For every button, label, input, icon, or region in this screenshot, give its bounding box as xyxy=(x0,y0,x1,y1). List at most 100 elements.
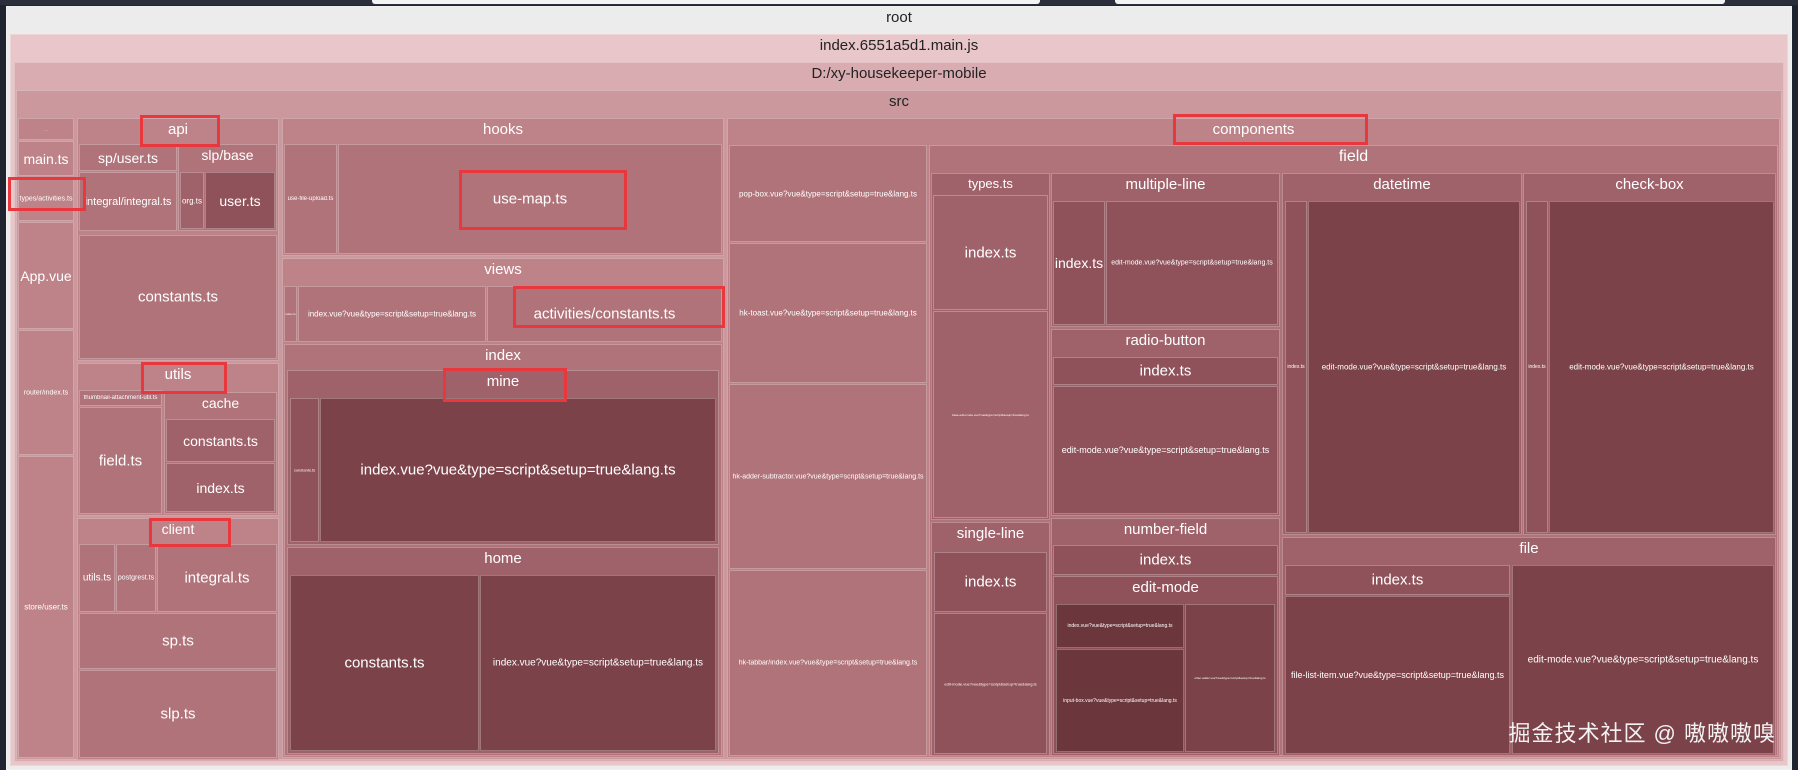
field-label: field xyxy=(1338,148,1369,165)
single-line-index-node[interactable]: index.ts xyxy=(934,552,1047,612)
hk-adder-node[interactable]: hk-adder-subtractor.vue?vue&type=script&… xyxy=(729,384,927,569)
client-slp-node[interactable]: slp.ts xyxy=(79,670,277,758)
field-types-index-node[interactable]: index.ts xyxy=(933,195,1048,310)
hooks-file-upload-node[interactable]: use-file-upload.ts xyxy=(284,144,337,254)
check-box-edit-node[interactable]: edit-mode.vue?vue&type=script&setup=true… xyxy=(1549,201,1774,533)
utils-thumbnail-label: thumbnail-attachment-util.ts xyxy=(83,395,158,401)
api-sp-user-node[interactable]: sp/user.ts xyxy=(79,144,177,171)
hk-toast-label: hk-toast.vue?vue&type=script&setup=true&… xyxy=(739,308,917,318)
client-integral-label: integral.ts xyxy=(184,569,250,587)
mine-constants-node[interactable]: constants.ts xyxy=(290,398,319,542)
mine-index-vue-node[interactable]: index.vue?vue&type=script&setup=true&lan… xyxy=(320,398,716,542)
pop-box-node[interactable]: pop-box.vue?vue&type=script&setup=true&l… xyxy=(729,145,927,242)
app-vue-node[interactable]: App.vue xyxy=(18,222,74,329)
edit-mode-index-node[interactable]: index.vue?vue&type=script&setup=true&lan… xyxy=(1056,604,1184,648)
bundle-label: index.6551a5d1.main.js xyxy=(819,37,979,54)
radio-button-index-node[interactable]: index.ts xyxy=(1053,357,1278,385)
edit-mode-other-node[interactable]: other-adder.vue?vue&type=script&setup=tr… xyxy=(1185,604,1275,752)
field-types-base-label: base-edit-mode.vue?vue&type=script&setup… xyxy=(952,412,1029,417)
mine-label: mine xyxy=(486,373,520,390)
api-integral-label: integral/integral.ts xyxy=(84,195,172,208)
multiple-line-index-label: index.ts xyxy=(1054,255,1104,271)
datetime-edit-node[interactable]: edit-mode.vue?vue&type=script&setup=true… xyxy=(1308,201,1520,533)
number-field-index-label: index.ts xyxy=(1139,551,1192,569)
multiple-line-edit-node[interactable]: edit-mode.vue?vue&type=script&setup=true… xyxy=(1106,201,1278,325)
hooks-file-upload-label: use-file-upload.ts xyxy=(287,196,334,202)
api-constants-node[interactable]: constants.ts xyxy=(79,235,277,359)
root-label: root xyxy=(886,9,912,26)
client-sp-node[interactable]: sp.ts xyxy=(79,613,277,669)
types-activities-node[interactable]: types/activities.ts xyxy=(18,177,74,221)
file-list-item-node[interactable]: file-list-item.vue?vue&type=script&setup… xyxy=(1285,596,1510,754)
api-org-label: org.ts xyxy=(181,196,202,205)
edit-mode-input-label: input-box.vue?vue&type=script&setup=true… xyxy=(1063,697,1177,704)
utils-cache-constants-label: constants.ts xyxy=(183,432,258,449)
multiple-line-label: multiple-line xyxy=(1125,176,1206,193)
api-integral-node[interactable]: integral/integral.ts xyxy=(79,172,177,231)
main-ts-label: main.ts xyxy=(23,150,69,167)
utils-cache-index-node[interactable]: index.ts xyxy=(166,463,275,512)
watermark-text: 掘金技术社区 @ 嗷嗷嗷嗅 xyxy=(1508,721,1776,746)
api-user-node[interactable]: user.ts xyxy=(205,172,275,229)
single-line-edit-node[interactable]: edit-mode.vue?vue&type=script&setup=true… xyxy=(934,613,1047,754)
edit-mode-input-node[interactable]: input-box.vue?vue&type=script&setup=true… xyxy=(1056,649,1184,752)
hk-adder-label: hk-adder-subtractor.vue?vue&type=script&… xyxy=(732,473,924,480)
main-ts-node[interactable]: main.ts xyxy=(18,141,74,176)
home-constants-label: constants.ts xyxy=(344,654,425,672)
client-utils-node[interactable]: utils.ts xyxy=(79,544,115,612)
home-label: home xyxy=(484,550,522,567)
datetime-index-label: index.ts xyxy=(1287,364,1305,370)
api-sp-user-label: sp/user.ts xyxy=(98,149,158,166)
multiple-line-edit-label: edit-mode.vue?vue&type=script&setup=true… xyxy=(1111,259,1273,267)
number-field-label: number-field xyxy=(1123,521,1208,538)
number-field-index-node[interactable]: index.ts xyxy=(1053,545,1278,575)
mine-constants-label: constants.ts xyxy=(293,467,316,473)
datetime-edit-label: edit-mode.vue?vue&type=script&setup=true… xyxy=(1321,362,1507,372)
file-index-node[interactable]: index.ts xyxy=(1285,565,1510,595)
project-label: D:/xy-housekeeper-mobile xyxy=(811,65,987,82)
router-index-label: router/index.ts xyxy=(23,389,69,396)
utils-thumbnail-node[interactable]: thumbnail-attachment-util.ts xyxy=(79,390,162,406)
components-label: components xyxy=(1212,121,1295,138)
home-constants-node[interactable]: constants.ts xyxy=(290,575,479,751)
browser-top-strip xyxy=(0,0,1798,5)
api-user-label: user.ts xyxy=(219,192,261,209)
hk-tabbar-label: hk-tabbar/index.vue?vue&type=script&setu… xyxy=(738,659,918,667)
file-index-label: index.ts xyxy=(1371,571,1424,589)
api-org-node[interactable]: org.ts xyxy=(180,172,204,229)
edit-mode-other-label: other-adder.vue?vue&type=script&setup=tr… xyxy=(1194,676,1266,680)
views-activities-constants-node[interactable]: activities/constants.ts xyxy=(487,286,722,342)
radio-button-index-label: index.ts xyxy=(1139,362,1192,380)
file-list-item-label: file-list-item.vue?vue&type=script&setup… xyxy=(1290,670,1505,680)
store-user-node[interactable]: store/user.ts xyxy=(18,456,74,758)
client-postgrest-label: postgrest.ts xyxy=(117,574,155,582)
check-box-label: check-box xyxy=(1615,176,1684,193)
client-sp-label: sp.ts xyxy=(162,632,194,650)
views-dot-node[interactable]: index.ts xyxy=(284,286,297,342)
radio-button-edit-node[interactable]: edit-mode.vue?vue&type=script&setup=true… xyxy=(1053,386,1278,514)
client-integral-node[interactable]: integral.ts xyxy=(157,544,277,612)
hk-toast-node[interactable]: hk-toast.vue?vue&type=script&setup=true&… xyxy=(729,243,927,383)
home-index-vue-label: index.vue?vue&type=script&setup=true&lan… xyxy=(492,657,704,669)
tiny-file-node[interactable]: … xyxy=(18,118,74,140)
check-box-index-node[interactable]: index.ts xyxy=(1526,201,1548,533)
hk-tabbar-node[interactable]: hk-tabbar/index.vue?vue&type=script&setu… xyxy=(729,570,927,756)
single-line-index-label: index.ts xyxy=(964,573,1017,591)
hooks-use-map-node[interactable]: use-map.ts xyxy=(338,144,722,254)
client-slp-label: slp.ts xyxy=(160,705,196,723)
utils-field-node[interactable]: field.ts xyxy=(79,407,162,514)
router-index-node[interactable]: router/index.ts xyxy=(18,330,74,455)
api-constants-label: constants.ts xyxy=(137,288,219,306)
app-vue-label: App.vue xyxy=(20,267,72,284)
radio-button-label: radio-button xyxy=(1125,332,1206,349)
client-postgrest-node[interactable]: postgrest.ts xyxy=(116,544,156,612)
datetime-label: datetime xyxy=(1373,176,1431,193)
field-types-base-node[interactable]: base-edit-mode.vue?vue&type=script&setup… xyxy=(933,311,1048,518)
multiple-line-index-node[interactable]: index.ts xyxy=(1053,201,1105,325)
views-dot-label: index.ts xyxy=(285,312,296,316)
datetime-index-node[interactable]: index.ts xyxy=(1285,201,1307,533)
views-index-vue-node[interactable]: index.vue?vue&type=script&setup=true&lan… xyxy=(298,286,486,342)
home-index-vue-node[interactable]: index.vue?vue&type=script&setup=true&lan… xyxy=(480,575,716,751)
field-types-index-label: index.ts xyxy=(964,244,1017,261)
utils-cache-constants-node[interactable]: constants.ts xyxy=(166,419,275,462)
